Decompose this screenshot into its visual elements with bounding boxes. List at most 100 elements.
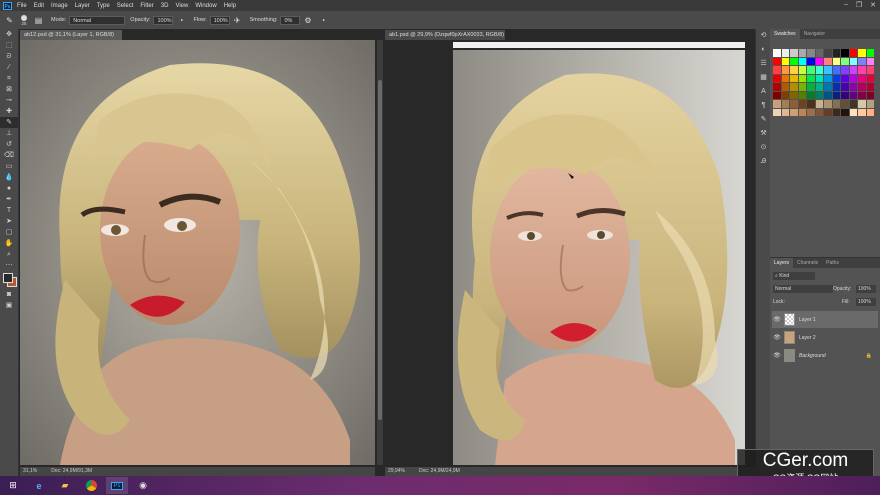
brush-size-picker[interactable]: 25 — [21, 14, 27, 26]
lasso-tool-icon[interactable]: ᘐ — [0, 51, 18, 62]
photoshop-taskbar-icon[interactable]: Ps — [106, 477, 128, 494]
visibility-eye-icon[interactable]: 👁 — [772, 316, 782, 323]
color-swatch[interactable] — [858, 66, 866, 74]
file-explorer-icon[interactable]: ▰ — [54, 477, 76, 494]
color-swatch[interactable] — [832, 66, 840, 74]
brush-settings-icon[interactable]: ✎ — [756, 113, 771, 127]
shape-tool-icon[interactable]: ▢ — [0, 227, 18, 238]
paragraph-icon[interactable]: ¶ — [756, 99, 771, 113]
color-swatch[interactable] — [798, 83, 806, 91]
obs-icon[interactable]: ◉ — [132, 477, 154, 494]
tool-presets-icon[interactable]: ⚒ — [756, 127, 771, 141]
color-swatch[interactable] — [824, 57, 832, 65]
tab-navigator[interactable]: Navigator — [800, 29, 829, 39]
color-swatch[interactable] — [798, 74, 806, 82]
opacity-field[interactable]: 100% — [153, 15, 174, 25]
menu-view[interactable]: View — [175, 3, 188, 9]
chrome-icon[interactable] — [80, 477, 102, 494]
pressure-size-icon[interactable]: ◔ — [318, 16, 327, 25]
libraries-icon[interactable]: ▦ — [756, 71, 771, 85]
color-swatch[interactable] — [849, 49, 857, 57]
brush-tool-preset-icon[interactable]: ✎ — [5, 16, 14, 25]
color-swatch[interactable] — [858, 100, 866, 108]
layer-row-layer-1[interactable]: 👁 Layer 1 — [772, 311, 878, 328]
more-tools-icon[interactable]: ⋯ — [0, 260, 18, 271]
color-swatch[interactable] — [815, 66, 823, 74]
crop-tool-icon[interactable]: ⌗ — [0, 73, 18, 84]
color-swatch[interactable] — [832, 74, 840, 82]
color-swatch[interactable] — [807, 66, 815, 74]
color-swatch[interactable] — [849, 74, 857, 82]
foreground-color-swatch[interactable] — [3, 273, 13, 283]
screen-mode-icon[interactable]: ▣ — [0, 300, 18, 311]
color-swatch[interactable] — [781, 57, 789, 65]
color-swatch[interactable] — [781, 100, 789, 108]
color-swatch[interactable] — [824, 83, 832, 91]
color-swatch[interactable] — [849, 83, 857, 91]
color-swatch[interactable] — [858, 49, 866, 57]
dodge-tool-icon[interactable]: ● — [0, 183, 18, 194]
mode-select[interactable]: Normal — [69, 15, 126, 25]
color-swatch[interactable] — [824, 91, 832, 99]
color-swatch[interactable] — [815, 100, 823, 108]
color-swatch[interactable] — [807, 108, 815, 116]
visibility-eye-icon[interactable]: 👁 — [772, 334, 782, 341]
layer-opacity-field[interactable]: 100% — [856, 285, 876, 293]
layer-row-layer-2[interactable]: 👁 Layer 2 — [772, 329, 878, 346]
healing-tool-icon[interactable]: ✚ — [0, 106, 18, 117]
doc1-scroll-thumb[interactable] — [378, 80, 382, 420]
color-swatch[interactable] — [773, 83, 781, 91]
color-swatch[interactable] — [773, 66, 781, 74]
color-swatch[interactable] — [858, 57, 866, 65]
color-swatch[interactable] — [841, 100, 849, 108]
color-swatch[interactable] — [866, 91, 874, 99]
color-swatch[interactable] — [798, 108, 806, 116]
color-swatch[interactable] — [849, 57, 857, 65]
color-swatch[interactable] — [866, 57, 874, 65]
color-swatch[interactable] — [790, 83, 798, 91]
color-swatch[interactable] — [858, 74, 866, 82]
flow-field[interactable]: 100% — [209, 15, 230, 25]
color-swatch[interactable] — [849, 100, 857, 108]
color-swatch[interactable] — [841, 91, 849, 99]
color-swatch[interactable] — [832, 49, 840, 57]
windows-start-icon[interactable]: ⊞ — [2, 477, 24, 494]
color-swatch[interactable] — [832, 91, 840, 99]
adjustments-icon[interactable]: ◐ — [756, 43, 771, 57]
color-swatch[interactable] — [824, 108, 832, 116]
minimize-button[interactable]: – — [844, 1, 848, 9]
character-icon[interactable]: A — [756, 85, 771, 99]
color-swatch[interactable] — [815, 57, 823, 65]
doc2-canvas[interactable] — [385, 40, 755, 465]
eyedropper-tool-icon[interactable]: ⊸ — [0, 95, 18, 106]
color-swatch[interactable] — [858, 91, 866, 99]
color-swatch[interactable] — [866, 83, 874, 91]
airbrush-icon[interactable]: ✈ — [233, 16, 242, 25]
color-swatch[interactable] — [832, 57, 840, 65]
color-swatch[interactable] — [849, 66, 857, 74]
history-icon[interactable]: ⟲ — [756, 29, 771, 43]
color-swatch[interactable] — [781, 74, 789, 82]
layer-filter-kind[interactable]: ⌕ Kind — [773, 272, 815, 280]
quick-select-tool-icon[interactable]: ⁄ — [0, 62, 18, 73]
blend-mode-select[interactable]: Normal — [773, 285, 833, 293]
color-swatch[interactable] — [824, 100, 832, 108]
brush-tool-icon[interactable]: ✎ — [0, 117, 18, 128]
color-swatch[interactable] — [807, 83, 815, 91]
color-swatch[interactable] — [824, 49, 832, 57]
smoothing-options-gear-icon[interactable]: ⚙ — [303, 16, 312, 25]
menu-type[interactable]: Type — [97, 3, 110, 9]
color-swatch[interactable] — [824, 74, 832, 82]
color-swatch[interactable] — [798, 91, 806, 99]
blur-tool-icon[interactable]: 💧 — [0, 172, 18, 183]
color-swatch[interactable] — [866, 100, 874, 108]
frame-tool-icon[interactable]: ⊠ — [0, 84, 18, 95]
color-swatch[interactable] — [790, 91, 798, 99]
pressure-opacity-icon[interactable]: ◔ — [176, 16, 185, 25]
tab-paths[interactable]: Paths — [822, 258, 843, 268]
tab-layers[interactable]: Layers — [770, 258, 794, 268]
color-swatch[interactable] — [773, 100, 781, 108]
color-swatch[interactable] — [790, 74, 798, 82]
color-swatch[interactable] — [798, 100, 806, 108]
color-swatch[interactable] — [832, 83, 840, 91]
